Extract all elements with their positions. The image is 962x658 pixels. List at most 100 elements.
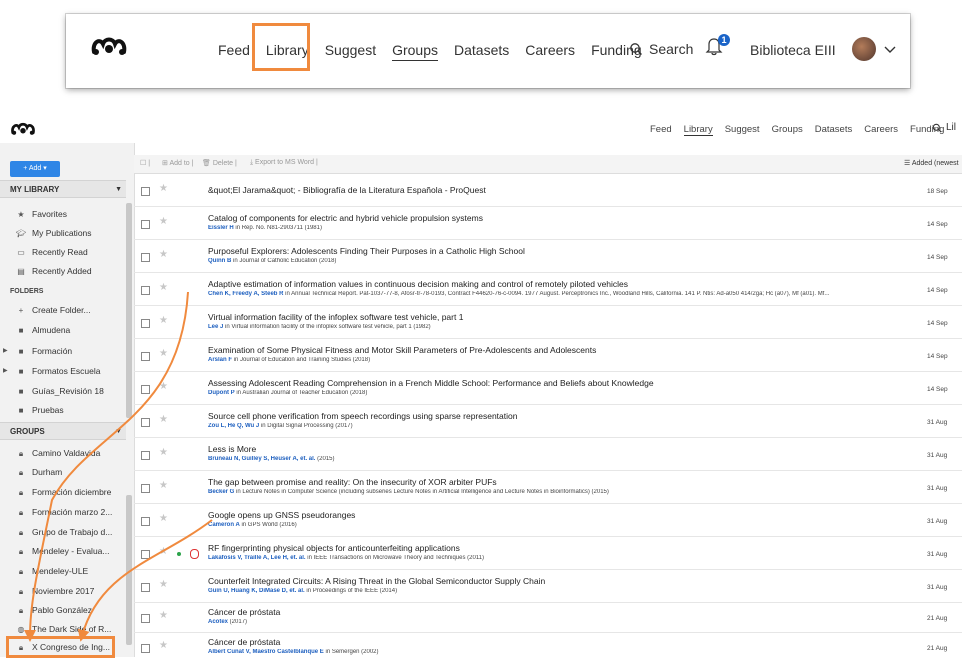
zoom-search-button[interactable]: Search [629, 41, 693, 57]
star-icon[interactable]: ★ [159, 282, 168, 293]
add-button[interactable]: + Add ▾ [10, 161, 60, 177]
star-icon[interactable]: ★ [159, 447, 168, 458]
search-button[interactable]: Lil [932, 122, 956, 133]
doc-authors[interactable]: Acotex [208, 619, 228, 625]
sidebar-item-folder[interactable]: ■ Pruebas [0, 401, 122, 420]
doc-authors[interactable]: Bruneau N, Guilley S, Heuser A, et. al. [208, 456, 315, 462]
doc-authors[interactable]: Chen K, Freedy A, Steeb R [208, 291, 283, 297]
select-all-checkbox[interactable]: ☐ | [140, 159, 150, 167]
sidebar-item-group[interactable]: 🔒︎ Mendeley - Evalua... [0, 542, 122, 561]
app-logo[interactable] [10, 120, 36, 141]
my-library-header[interactable]: MY LIBRARY ▼ [0, 180, 126, 198]
sidebar-item-favorites[interactable]: ★ Favorites [0, 205, 122, 224]
table-row[interactable]: ★ Counterfeit Integrated Circuits: A Ris… [134, 570, 962, 603]
sidebar-item-group[interactable]: 🔒︎ Mendeley-ULE [0, 562, 122, 581]
doc-authors[interactable]: Dupont P [208, 390, 235, 396]
table-row[interactable]: ★ Cáncer de próstata Albert Cuñat V, Mae… [134, 633, 962, 657]
table-row[interactable]: ★ Less is More Bruneau N, Guilley S, Heu… [134, 438, 962, 471]
doc-title[interactable]: Assessing Adolescent Reading Comprehensi… [208, 378, 908, 388]
sidebar-item-group[interactable]: 🔒︎ Durham [0, 463, 122, 482]
doc-title[interactable]: Purposeful Explorers: Adolescents Findin… [208, 246, 908, 256]
doc-title[interactable]: Google opens up GNSS pseudoranges [208, 510, 908, 520]
nav-careers[interactable]: Careers [864, 124, 898, 136]
zoom-nav-suggest[interactable]: Suggest [325, 42, 376, 60]
doc-title[interactable]: Adaptive estimation of information value… [208, 279, 908, 289]
row-checkbox[interactable] [141, 644, 150, 653]
star-icon[interactable]: ★ [159, 546, 168, 557]
doc-authors[interactable]: Arslan F [208, 357, 232, 363]
star-icon[interactable]: ★ [159, 640, 168, 651]
star-icon[interactable]: ★ [159, 216, 168, 227]
row-checkbox[interactable] [141, 385, 150, 394]
row-checkbox[interactable] [141, 253, 150, 262]
zoom-nav-groups[interactable]: Groups [392, 42, 439, 61]
star-icon[interactable]: ★ [159, 348, 168, 359]
row-checkbox[interactable] [141, 352, 150, 361]
doc-authors[interactable]: Albert Cuñat V, Maestro Castelblanque E [208, 649, 324, 655]
star-icon[interactable]: ★ [159, 513, 168, 524]
zoom-nav-careers[interactable]: Careers [525, 42, 575, 60]
row-checkbox[interactable] [141, 220, 150, 229]
user-name[interactable]: Biblioteca EIII [750, 42, 836, 58]
doc-title[interactable]: Less is More [208, 444, 908, 454]
nav-library[interactable]: Library [683, 124, 713, 136]
table-row[interactable]: ★ Assessing Adolescent Reading Comprehen… [134, 372, 962, 405]
sidebar-item-folder[interactable]: ■ Almudena [0, 321, 122, 340]
row-checkbox[interactable] [141, 451, 150, 460]
row-checkbox[interactable] [141, 484, 150, 493]
table-row[interactable]: ★ RF fingerprinting physical objects for… [134, 537, 962, 570]
nav-suggest[interactable]: Suggest [725, 124, 760, 136]
table-row[interactable]: ★ Examination of Some Physical Fitness a… [134, 339, 962, 372]
table-row[interactable]: ★ Adaptive estimation of information val… [134, 273, 962, 306]
doc-title[interactable]: Source cell phone verification from spee… [208, 411, 908, 421]
row-checkbox[interactable] [141, 286, 150, 295]
row-checkbox[interactable] [141, 319, 150, 328]
sidebar-item-group[interactable]: 🔒︎ Camino Valdavida [0, 444, 122, 463]
table-row[interactable]: ★ Purposeful Explorers: Adolescents Find… [134, 240, 962, 273]
sidebar-item-group[interactable]: 🔒︎ Formación diciembre [0, 483, 122, 502]
row-checkbox[interactable] [141, 550, 150, 559]
sidebar-scrollbar-top[interactable] [126, 203, 132, 418]
add-to-button[interactable]: ⊞ Add to | [162, 159, 193, 167]
chevron-down-icon[interactable] [884, 42, 896, 60]
doc-title[interactable]: &quot;El Jarama&quot; - Bibliografía de … [208, 185, 908, 195]
doc-title[interactable]: Catalog of components for electric and h… [208, 213, 908, 223]
groups-header[interactable]: GROUPS ▼ [0, 422, 126, 440]
sidebar-item-group[interactable]: 🔒︎ Noviembre 2017 [0, 582, 122, 601]
doc-title[interactable]: Virtual information facility of the info… [208, 312, 908, 322]
sidebar-item-group[interactable]: 🔒︎ Formación marzo 2... [0, 503, 122, 522]
doc-authors[interactable]: Lee J [208, 324, 223, 330]
doc-title[interactable]: The gap between promise and reality: On … [208, 477, 908, 487]
export-button[interactable]: ⤓ Export to MS Word | [250, 159, 318, 167]
nav-datasets[interactable]: Datasets [815, 124, 853, 136]
sidebar-item-recently-added[interactable]: ▤ Recently Added [0, 262, 122, 281]
sidebar-item-my-publications[interactable]: 🎓︎ My Publications [0, 224, 122, 243]
avatar[interactable] [852, 37, 876, 61]
table-row[interactable]: ★ Cáncer de próstata Acotex (2017) 21 Au… [134, 603, 962, 633]
star-icon[interactable]: ★ [159, 381, 168, 392]
sidebar-item-create-folder[interactable]: + Create Folder... [0, 301, 122, 320]
sort-button[interactable]: ☰ Added (newest [904, 159, 959, 167]
row-checkbox[interactable] [141, 614, 150, 623]
sidebar-item-group[interactable]: 🔒︎ Grupo de Trabajo d... [0, 523, 122, 542]
table-row[interactable]: ★ &quot;El Jarama&quot; - Bibliografía d… [134, 174, 962, 207]
nav-feed[interactable]: Feed [650, 124, 672, 136]
nav-groups[interactable]: Groups [772, 124, 803, 136]
doc-title[interactable]: Examination of Some Physical Fitness and… [208, 345, 908, 355]
star-icon[interactable]: ★ [159, 183, 168, 194]
row-checkbox[interactable] [141, 418, 150, 427]
doc-authors[interactable]: Zou L, He Q, Wu J [208, 423, 259, 429]
pdf-icon[interactable] [190, 549, 199, 559]
expand-triangle-icon[interactable]: ▶ [3, 362, 8, 381]
doc-authors[interactable]: Cameron A [208, 522, 240, 528]
star-icon[interactable]: ★ [159, 610, 168, 621]
table-row[interactable]: ★ Catalog of components for electric and… [134, 207, 962, 240]
row-checkbox[interactable] [141, 517, 150, 526]
row-checkbox[interactable] [141, 583, 150, 592]
zoom-nav-feed[interactable]: Feed [218, 42, 250, 60]
sidebar-item-folder[interactable]: ▶ ■ Formación [0, 342, 122, 361]
doc-title[interactable]: Counterfeit Integrated Circuits: A Risin… [208, 576, 908, 586]
delete-button[interactable]: 🗑︎ Delete | [202, 159, 237, 167]
table-row[interactable]: ★ Virtual information facility of the in… [134, 306, 962, 339]
table-row[interactable]: ★ The gap between promise and reality: O… [134, 471, 962, 504]
